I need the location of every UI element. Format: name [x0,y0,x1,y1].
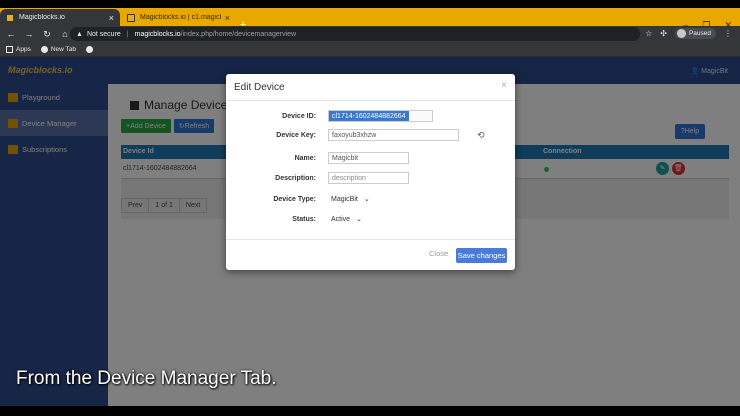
tab-title: Magicblocks.io [19,14,65,21]
close-button[interactable]: Close [429,249,448,258]
device-type-select[interactable]: MagicBit ⌄ [328,193,373,205]
back-icon[interactable]: ← [4,29,18,39]
chevron-down-icon: ⌄ [356,215,362,223]
address-separator: | [126,30,129,38]
address-bar[interactable]: ▲ Not secure | magicblocks.io /index.php… [70,27,640,41]
chevron-down-icon: ⌄ [363,195,370,203]
letterbox-top [0,0,740,8]
device-key-input[interactable]: faxoyub3xhzw [328,129,459,141]
bookmark-extra[interactable] [86,45,93,53]
reload-icon[interactable]: ↻ [40,29,54,40]
close-tab-icon[interactable]: × [109,13,114,23]
status-select[interactable]: Active ⌄ [328,213,365,225]
bookmarks-bar: Apps New Tab [0,42,740,57]
name-input[interactable]: Magicbit [328,152,409,164]
globe-icon [86,45,93,53]
field-description: Description: description [226,172,515,186]
field-status: Status: Active ⌄ [226,213,515,227]
globe-icon [40,45,48,53]
description-label: Description: [275,175,316,182]
edit-device-modal: Edit Device × Device ID: cl1714-16024848… [226,74,515,270]
regenerate-key-icon[interactable]: ⟲ [477,130,485,141]
bookmark-label: New Tab [50,45,76,53]
description-input[interactable]: description [328,172,409,184]
status-label: Status: [292,216,316,223]
profile-button[interactable]: Paused [674,28,716,39]
forward-icon[interactable]: → [22,29,36,39]
device-type-label: Device Type: [273,196,316,203]
device-id-input[interactable]: cl1714-1602484882664 [328,110,433,122]
profile-label: Paused [688,30,711,37]
browser-toolbar: ← → ↻ ⌂ ▲ Not secure | magicblocks.io /i… [0,26,740,42]
letterbox-bottom [0,406,740,416]
close-tab-icon[interactable]: × [225,13,230,23]
device-id-value: cl1714-1602484882664 [329,111,409,121]
tab-magicblocks[interactable]: Magicblocks.io × [0,9,120,26]
security-label: Not secure [86,30,121,38]
menu-icon[interactable]: ⋮ [724,29,732,38]
name-label: Name: [294,155,316,162]
save-changes-button[interactable]: Save changes [456,248,507,263]
device-id-label: Device ID: [282,113,316,120]
bookmark-star-icon[interactable]: ☆ [645,29,652,38]
field-device-id: Device ID: cl1714-1602484882664 [226,110,515,124]
apps-grid-icon [6,45,13,53]
close-icon[interactable]: × [501,80,507,91]
modal-header: Edit Device × [226,74,515,101]
bookmark-label: Apps [16,45,31,53]
magicblocks-favicon-icon [6,13,14,22]
video-caption: From the Device Manager Tab. [16,368,277,389]
avatar [676,29,686,38]
field-name: Name: Magicbit [226,152,515,166]
modal-title: Edit Device [234,82,285,93]
magicblocks-favicon-icon [127,13,135,22]
browser-tabstrip: Magicblocks.io × Magicblocks.io | c1.mag… [0,8,740,31]
tab-magicblocks-c1[interactable]: Magicblocks.io | c1.magicblocks × [121,9,236,26]
field-device-type: Device Type: MagicBit ⌄ [226,193,515,207]
address-host: magicblocks.io [134,30,181,38]
modal-footer: Close Save changes [226,239,515,270]
status-value: Active [331,215,351,223]
warning-icon: ▲ [76,30,83,38]
device-key-label: Device Key: [276,132,316,139]
bookmark-new-tab[interactable]: New Tab [40,45,76,53]
extensions-icon[interactable]: ✣ [660,29,667,38]
device-type-value: MagicBit [331,195,358,203]
address-path: /index.php/home/devicemanagerview [180,30,297,38]
bookmark-apps[interactable]: Apps [6,45,31,53]
field-device-key: Device Key: faxoyub3xhzw ⟲ [226,129,515,143]
tab-title: Magicblocks.io | c1.magicblocks [140,14,221,21]
toolbar-right: ☆ ✣ Paused ⋮ [645,28,732,39]
